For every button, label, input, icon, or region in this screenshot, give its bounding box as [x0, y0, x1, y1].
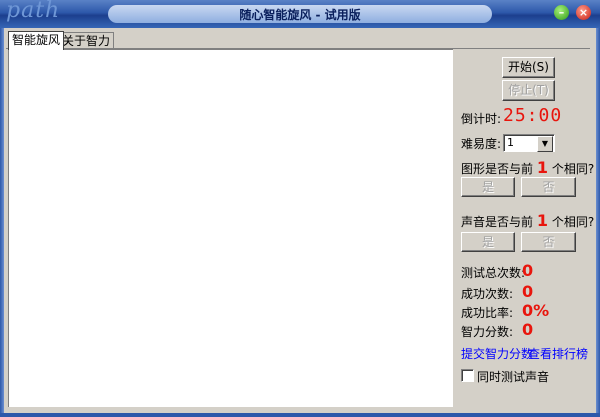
title-plate: 随心智能旋风 - 试用版 [108, 5, 492, 23]
countdown-value: 25:00 [503, 105, 563, 126]
total-tests-label: 测试总次数: [461, 266, 526, 280]
difficulty-label: 难易度: [461, 137, 502, 151]
sound-no-button[interactable]: 否 [521, 232, 576, 252]
submit-score-link[interactable]: 提交智力分数 [461, 345, 533, 362]
tab-smart-whirlwind[interactable]: 智能旋风 [8, 31, 65, 50]
start-button[interactable]: 开始(S) [502, 57, 555, 78]
iq-score-label: 智力分数: [461, 325, 514, 339]
stop-button[interactable]: 停止(T) [502, 80, 555, 101]
game-canvas[interactable] [8, 49, 453, 407]
frame-left [0, 28, 4, 417]
title-bar[interactable]: path 随心智能旋风 - 试用版 – × [0, 0, 600, 28]
shape-no-button[interactable]: 否 [521, 177, 576, 197]
app-logo: path [6, 0, 61, 23]
success-count-value: 0 [522, 282, 534, 301]
success-rate-value: 0% [522, 301, 550, 320]
chevron-down-icon[interactable]: ▼ [537, 136, 553, 152]
difficulty-value: 1 [507, 136, 514, 149]
shape-question-prefix: 图形是否与前 [461, 162, 534, 176]
success-count-label: 成功次数: [461, 287, 514, 301]
window-title: 随心智能旋风 - 试用版 [239, 8, 361, 22]
iq-score-value: 0 [522, 320, 534, 339]
sound-question-prefix: 声音是否与前 [461, 215, 534, 229]
close-button[interactable]: × [576, 5, 591, 20]
sound-question: 声音是否与前 1 个相同? [461, 211, 594, 230]
frame-right [596, 28, 600, 417]
shape-yes-button[interactable]: 是 [461, 177, 515, 197]
shape-question-suffix: 个相同? [551, 162, 595, 176]
shape-question: 图形是否与前 1 个相同? [461, 158, 594, 177]
countdown-label: 倒计时: [461, 112, 502, 126]
close-icon: × [578, 6, 589, 19]
difficulty-select[interactable]: 1 ▼ [503, 134, 555, 152]
view-ranking-link[interactable]: 查看排行榜 [528, 345, 588, 362]
total-tests-value: 0 [522, 261, 534, 280]
sound-question-suffix: 个相同? [551, 215, 595, 229]
success-rate-label: 成功比率: [461, 306, 514, 320]
sound-count: 1 [536, 211, 548, 230]
sound-test-checkbox[interactable] [461, 369, 474, 382]
shape-count: 1 [536, 158, 548, 177]
tab-about-intelligence[interactable]: 关于智力 [58, 32, 114, 49]
sound-test-label: 同时测试声音 [477, 370, 550, 384]
minimize-icon: – [558, 6, 565, 19]
frame-bottom [0, 413, 600, 417]
sound-yes-button[interactable]: 是 [461, 232, 515, 252]
app-window: path 随心智能旋风 - 试用版 – × 智能旋风 关于智力 开始(S) 停止… [0, 0, 600, 417]
minimize-button[interactable]: – [554, 5, 569, 20]
